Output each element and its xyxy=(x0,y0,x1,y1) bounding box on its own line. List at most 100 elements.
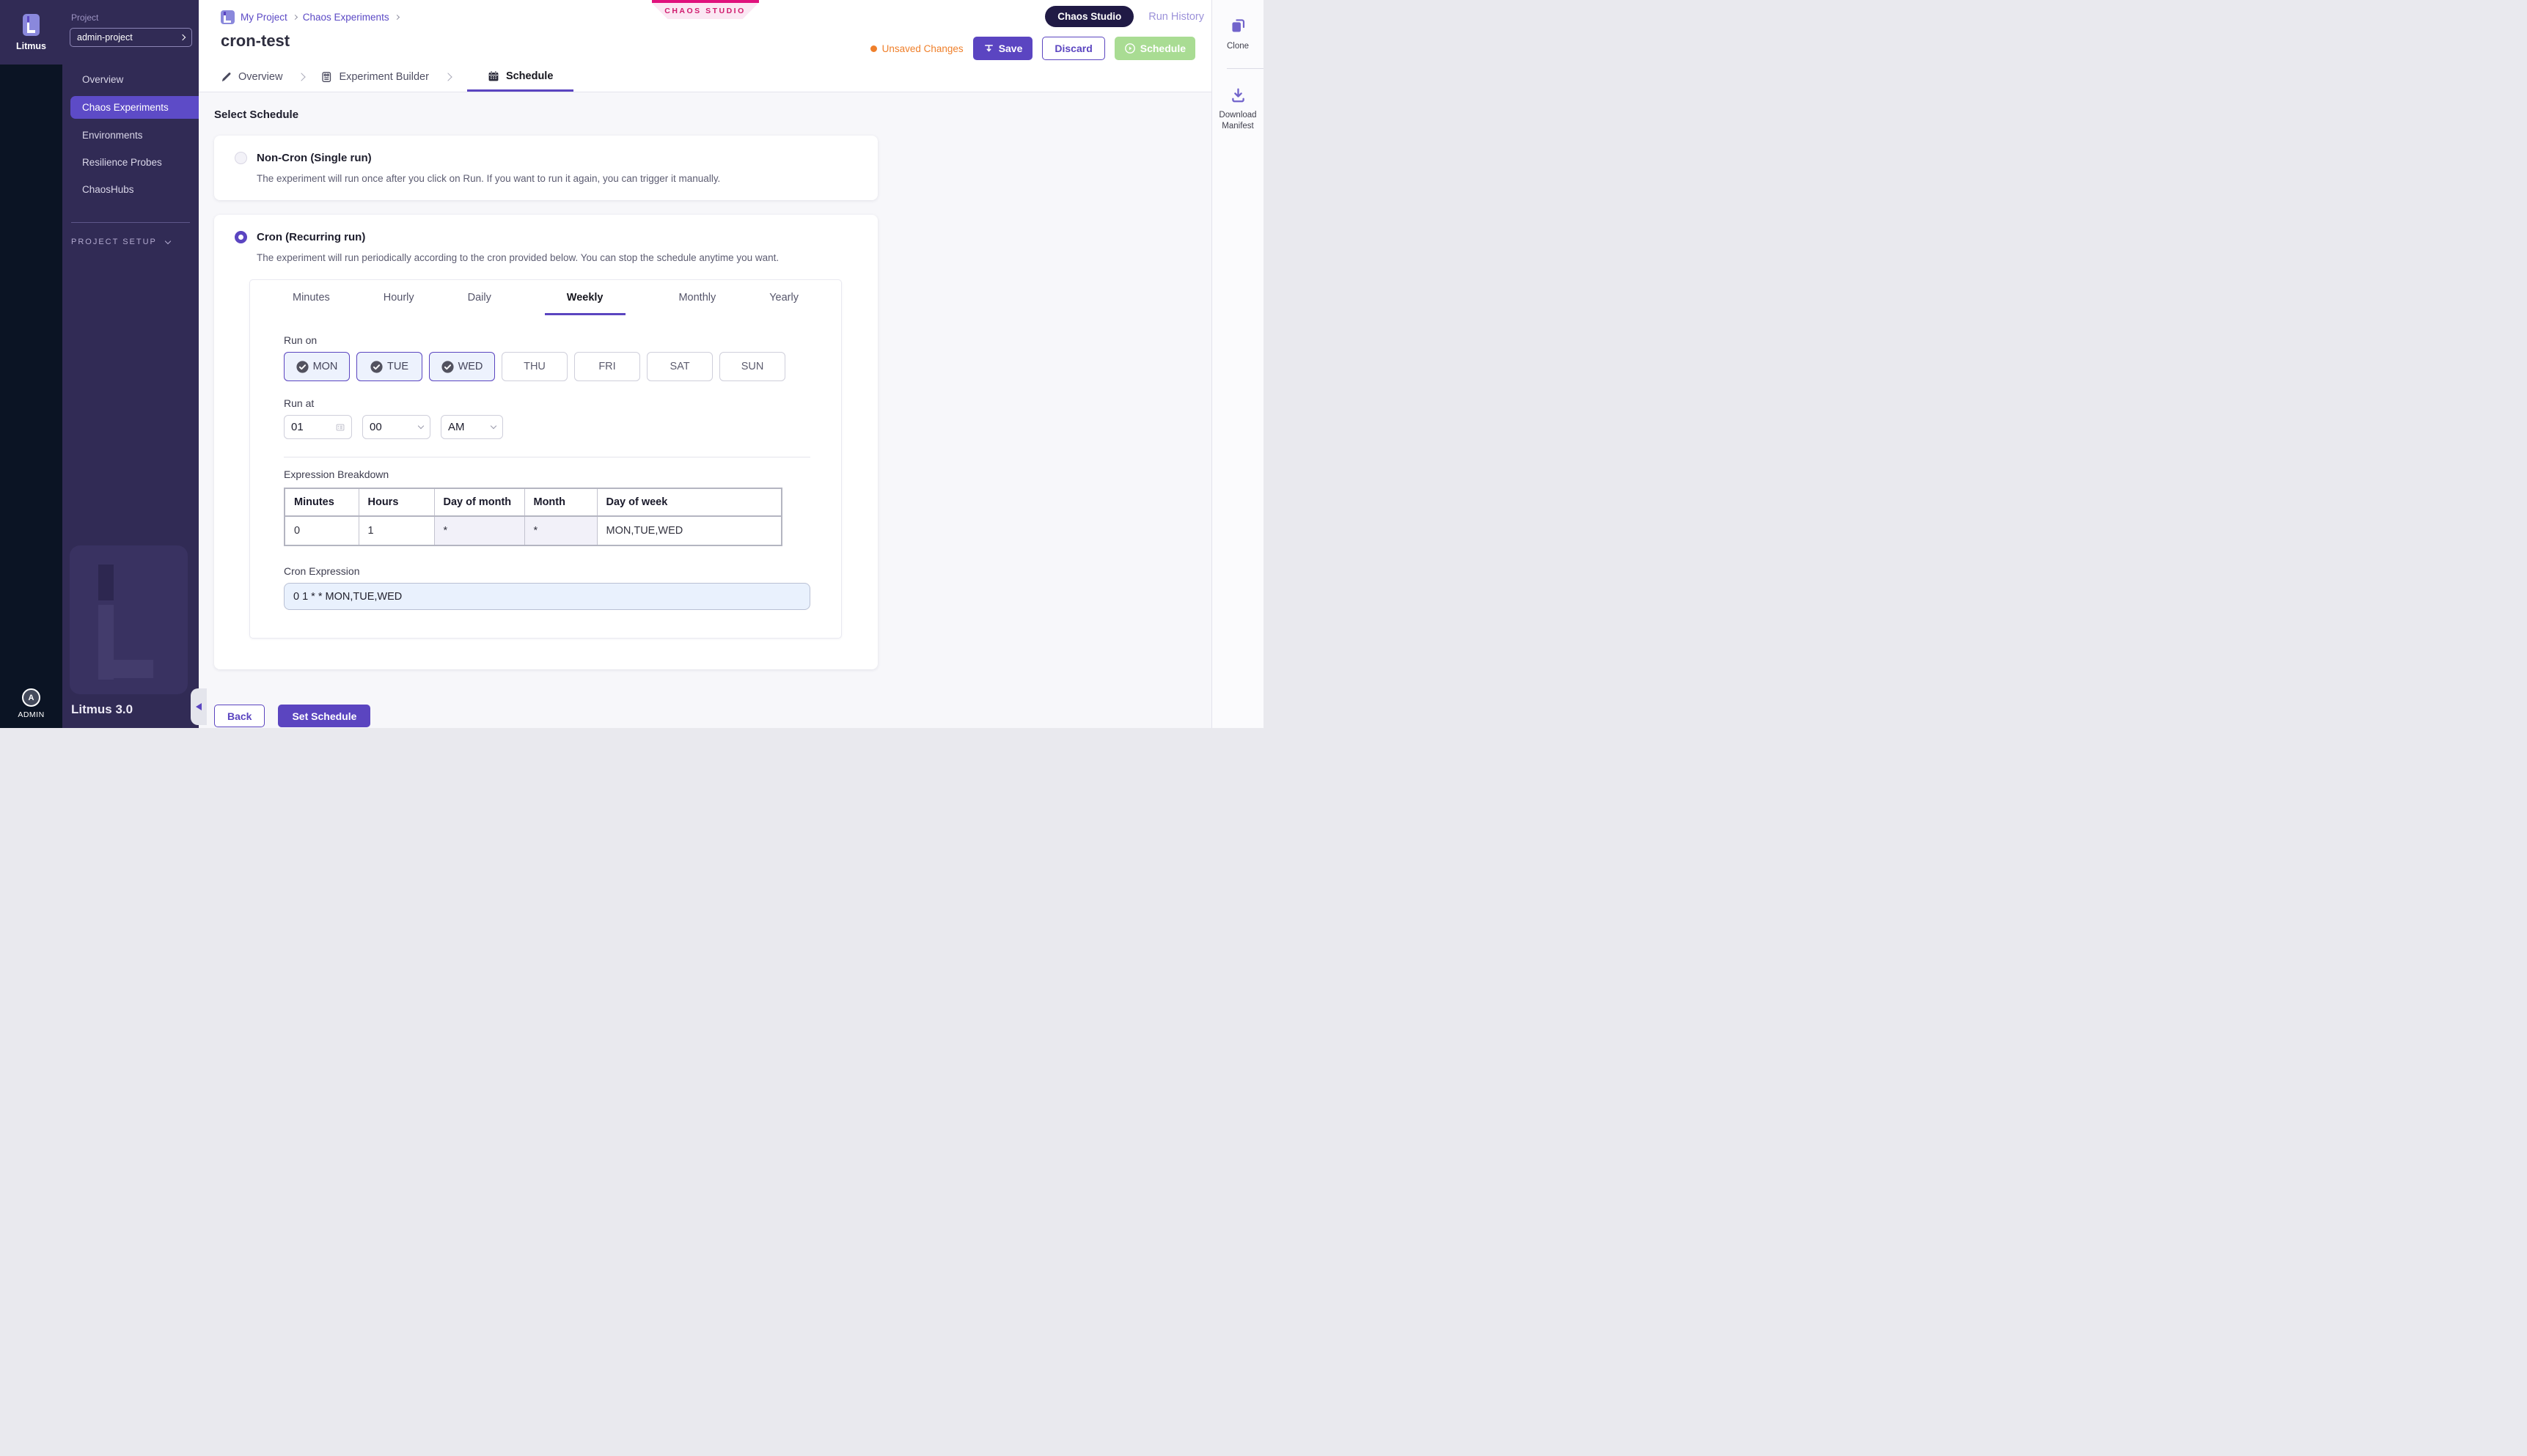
chaos-studio-toggle[interactable]: Chaos Studio xyxy=(1045,6,1134,27)
clone-label: Clone xyxy=(1227,41,1249,52)
freq-tab-yearly[interactable]: Yearly xyxy=(769,292,799,315)
sidebar-item-resilience-probes[interactable]: Resilience Probes xyxy=(62,152,199,173)
litmus-watermark xyxy=(70,545,188,694)
schedule-content: Select Schedule Non-Cron (Single run) Th… xyxy=(199,92,1211,728)
sidebar-item-chaos-experiments[interactable]: Chaos Experiments xyxy=(70,96,199,119)
pin-save-icon xyxy=(983,43,994,54)
step-separator-icon xyxy=(298,73,306,81)
day-button-thu[interactable]: THU xyxy=(502,352,568,381)
freq-tab-weekly[interactable]: Weekly xyxy=(545,292,626,315)
pencil-icon xyxy=(221,72,232,83)
meridiem-select[interactable]: AM xyxy=(441,415,503,439)
day-button-fri[interactable]: FRI xyxy=(574,352,640,381)
run-on-label: Run on xyxy=(284,334,841,346)
freq-tab-hourly[interactable]: Hourly xyxy=(384,292,414,315)
minute-select[interactable]: 00 xyxy=(362,415,430,439)
sidebar-collapse-handle[interactable] xyxy=(191,688,207,725)
step-separator-icon xyxy=(444,73,452,81)
non-cron-radio[interactable] xyxy=(235,152,247,164)
play-circle-icon xyxy=(1124,43,1136,54)
collapse-arrow-icon xyxy=(196,703,202,710)
breadcrumb-separator-icon xyxy=(395,15,400,20)
check-circle-icon xyxy=(296,361,309,373)
non-cron-description: The experiment will run once after you c… xyxy=(257,173,860,184)
cell-hours: 1 xyxy=(359,516,434,545)
discard-button[interactable]: Discard xyxy=(1042,37,1104,60)
schedule-button-disabled[interactable]: Schedule xyxy=(1115,37,1195,60)
sidebar-nav: Project admin-project Overview Chaos Exp… xyxy=(62,0,199,728)
save-button[interactable]: Save xyxy=(973,37,1033,60)
cron-description: The experiment will run periodically acc… xyxy=(257,252,860,263)
cell-minutes: 0 xyxy=(285,516,359,545)
calendar-icon xyxy=(488,70,499,82)
freq-tab-daily[interactable]: Daily xyxy=(468,292,491,315)
select-schedule-title: Select Schedule xyxy=(214,109,1211,121)
sidebar-item-overview[interactable]: Overview xyxy=(62,69,199,90)
litmus-logo[interactable]: Litmus xyxy=(0,0,62,65)
col-header-hours: Hours xyxy=(359,488,434,516)
unsaved-changes-status: Unsaved Changes xyxy=(870,43,964,54)
project-setup-toggle[interactable]: PROJECT SETUP xyxy=(71,238,190,246)
day-button-wed[interactable]: WED xyxy=(429,352,495,381)
number-pad-icon xyxy=(336,422,345,433)
cron-expression-label: Cron Expression xyxy=(284,565,841,577)
freq-tab-monthly[interactable]: Monthly xyxy=(678,292,716,315)
breadcrumb-my-project[interactable]: My Project xyxy=(241,12,287,23)
clone-action[interactable]: Clone xyxy=(1227,18,1249,52)
clone-icon xyxy=(1230,18,1247,34)
non-cron-title: Non-Cron (Single run) xyxy=(257,152,372,164)
freq-tab-minutes[interactable]: Minutes xyxy=(293,292,330,315)
frequency-tabs: Minutes Hourly Daily Weekly Monthly Year… xyxy=(250,280,841,315)
day-button-sun[interactable]: SUN xyxy=(719,352,785,381)
chevron-right-icon xyxy=(180,34,186,40)
tab-schedule[interactable]: Schedule xyxy=(467,62,573,92)
back-button[interactable]: Back xyxy=(214,705,265,727)
header-actions: Unsaved Changes Save Discard Schedule xyxy=(870,37,1195,60)
col-header-day-of-month: Day of month xyxy=(434,488,524,516)
cron-title: Cron (Recurring run) xyxy=(257,231,365,243)
sidebar-item-chaoshubs[interactable]: ChaosHubs xyxy=(62,179,199,200)
col-header-month: Month xyxy=(524,488,597,516)
breadcrumb-chaos-experiments[interactable]: Chaos Experiments xyxy=(303,12,389,23)
download-manifest-label: Download Manifest xyxy=(1215,110,1261,132)
hour-input[interactable] xyxy=(291,421,331,433)
check-circle-icon xyxy=(370,361,383,373)
day-button-tue[interactable]: TUE xyxy=(356,352,422,381)
col-header-minutes: Minutes xyxy=(285,488,359,516)
unsaved-dot-icon xyxy=(870,45,877,52)
footer-buttons: Back Set Schedule xyxy=(214,705,1211,727)
run-history-toggle[interactable]: Run History xyxy=(1148,11,1204,23)
check-circle-icon xyxy=(441,361,454,373)
ribbon-label: CHAOS STUDIO xyxy=(652,3,759,19)
chevron-down-icon xyxy=(165,238,171,243)
cron-card: Cron (Recurring run) The experiment will… xyxy=(214,215,878,669)
chevron-down-icon xyxy=(491,423,496,429)
project-selector[interactable]: admin-project xyxy=(70,28,192,47)
tab-experiment-builder[interactable]: Experiment Builder xyxy=(320,62,429,92)
rail-divider xyxy=(1227,68,1264,69)
breadcrumb-separator-icon xyxy=(293,15,298,20)
sidebar-item-environments[interactable]: Environments xyxy=(62,125,199,146)
download-manifest-action[interactable]: Download Manifest xyxy=(1215,87,1261,132)
tab-overview[interactable]: Overview xyxy=(221,62,282,92)
experiment-steps: Overview Experiment Builder xyxy=(221,62,573,92)
cron-expression-input[interactable] xyxy=(284,583,810,610)
avatar[interactable]: A xyxy=(22,688,40,707)
cell-month: * xyxy=(524,516,597,545)
day-button-mon[interactable]: MON xyxy=(284,352,350,381)
app-root: Litmus A ADMIN Project admin-project Ove… xyxy=(0,0,1264,728)
experiment-builder-icon xyxy=(320,71,332,83)
run-at-label: Run at xyxy=(284,397,841,409)
download-icon xyxy=(1230,87,1247,103)
cron-radio[interactable] xyxy=(235,231,247,243)
hour-input-wrap xyxy=(284,415,352,439)
chevron-down-icon xyxy=(418,423,424,429)
view-toggle: Chaos Studio Run History xyxy=(1045,6,1204,27)
table-value-row: 0 1 * * MON,TUE,WED xyxy=(285,516,782,545)
expression-breakdown-table: Minutes Hours Day of month Month Day of … xyxy=(284,488,782,546)
chaos-studio-ribbon: CHAOS STUDIO xyxy=(652,0,759,19)
litmus-logo-icon xyxy=(23,14,40,36)
time-inputs: 00 AM xyxy=(284,415,841,439)
set-schedule-button[interactable]: Set Schedule xyxy=(278,705,370,727)
day-button-sat[interactable]: SAT xyxy=(647,352,713,381)
